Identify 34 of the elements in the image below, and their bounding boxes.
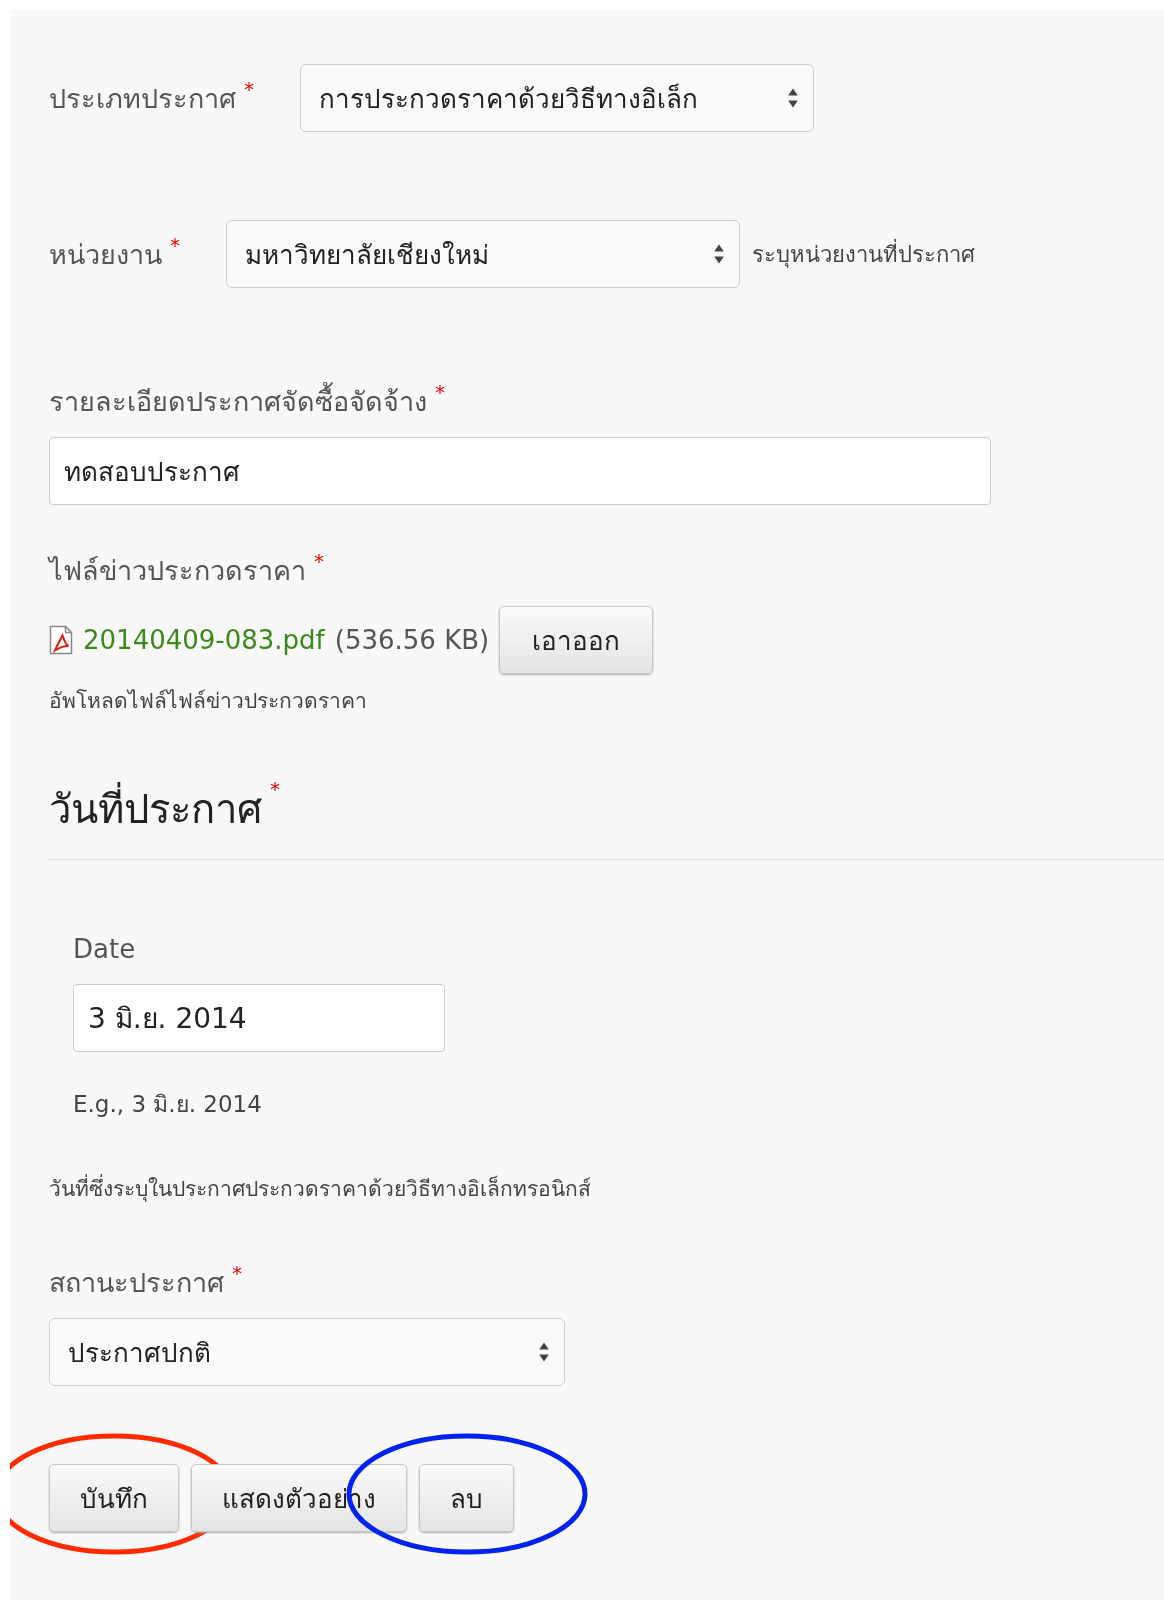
required-mark: * bbox=[244, 76, 254, 101]
field-label: หน่วยงาน bbox=[49, 237, 162, 272]
field-label: ประเภทประกาศ bbox=[49, 81, 236, 116]
required-mark: * bbox=[170, 232, 180, 257]
field-hint: ระบุหน่วยงานที่ประกาศ bbox=[752, 238, 975, 270]
required-mark: * bbox=[270, 777, 280, 801]
required-mark: * bbox=[232, 1261, 242, 1285]
date-example: E.g., 3 มิ.ย. 2014 bbox=[73, 1090, 263, 1119]
form-button[interactable]: บันทึก bbox=[49, 1464, 179, 1532]
field-hint: วันที่ซึ่งระบุในประกาศประกวดราคาด้วยวิธีทางอิเล็กทรอนิกส์ bbox=[49, 1172, 1164, 1205]
field-label: ไฟล์ข่าวประกวดราคา bbox=[49, 554, 306, 588]
file-link[interactable]: 20140409-083.pdf bbox=[83, 625, 325, 655]
field-hint: อัพโหลดไฟล์ไฟล์ข่าวประกวดราคา bbox=[49, 688, 368, 715]
field-label: สถานะประกาศ bbox=[49, 1266, 224, 1300]
dropdown-arrows-icon bbox=[713, 243, 725, 265]
dropdown[interactable]: การประกวดราคาด้วยวิธีทางอิเล็ก bbox=[300, 64, 814, 132]
pdf-file-icon bbox=[49, 624, 73, 656]
field-label: รายละเอียดประกาศจัดซื้อจัดจ้าง bbox=[49, 380, 427, 423]
dropdown-value: การประกวดราคาด้วยวิธีทางอิเล็ก bbox=[319, 82, 698, 116]
dropdown-arrows-icon bbox=[787, 87, 799, 109]
text-field[interactable]: ทดสอบประกาศ bbox=[49, 437, 991, 505]
date-field[interactable]: 3 มิ.ย. 2014 bbox=[73, 984, 445, 1052]
required-mark: * bbox=[314, 549, 324, 573]
dropdown-value: ประกาศปกติ bbox=[68, 1336, 211, 1370]
file-size: (536.56 KB) bbox=[334, 625, 490, 655]
dropdown[interactable]: มหาวิทยาลัยเชียงใหม่ bbox=[226, 220, 740, 288]
required-mark: * bbox=[435, 380, 445, 404]
dropdown[interactable]: ประกาศปกติ bbox=[49, 1318, 565, 1386]
dropdown-arrows-icon bbox=[538, 1341, 550, 1363]
dropdown-value: มหาวิทยาลัยเชียงใหม่ bbox=[245, 238, 489, 272]
remove-button[interactable]: เอาออก bbox=[499, 606, 654, 674]
field-label: Date bbox=[73, 934, 137, 964]
form-button[interactable]: ลบ bbox=[419, 1464, 514, 1532]
section-heading: วันที่ประกาศ bbox=[49, 777, 262, 841]
